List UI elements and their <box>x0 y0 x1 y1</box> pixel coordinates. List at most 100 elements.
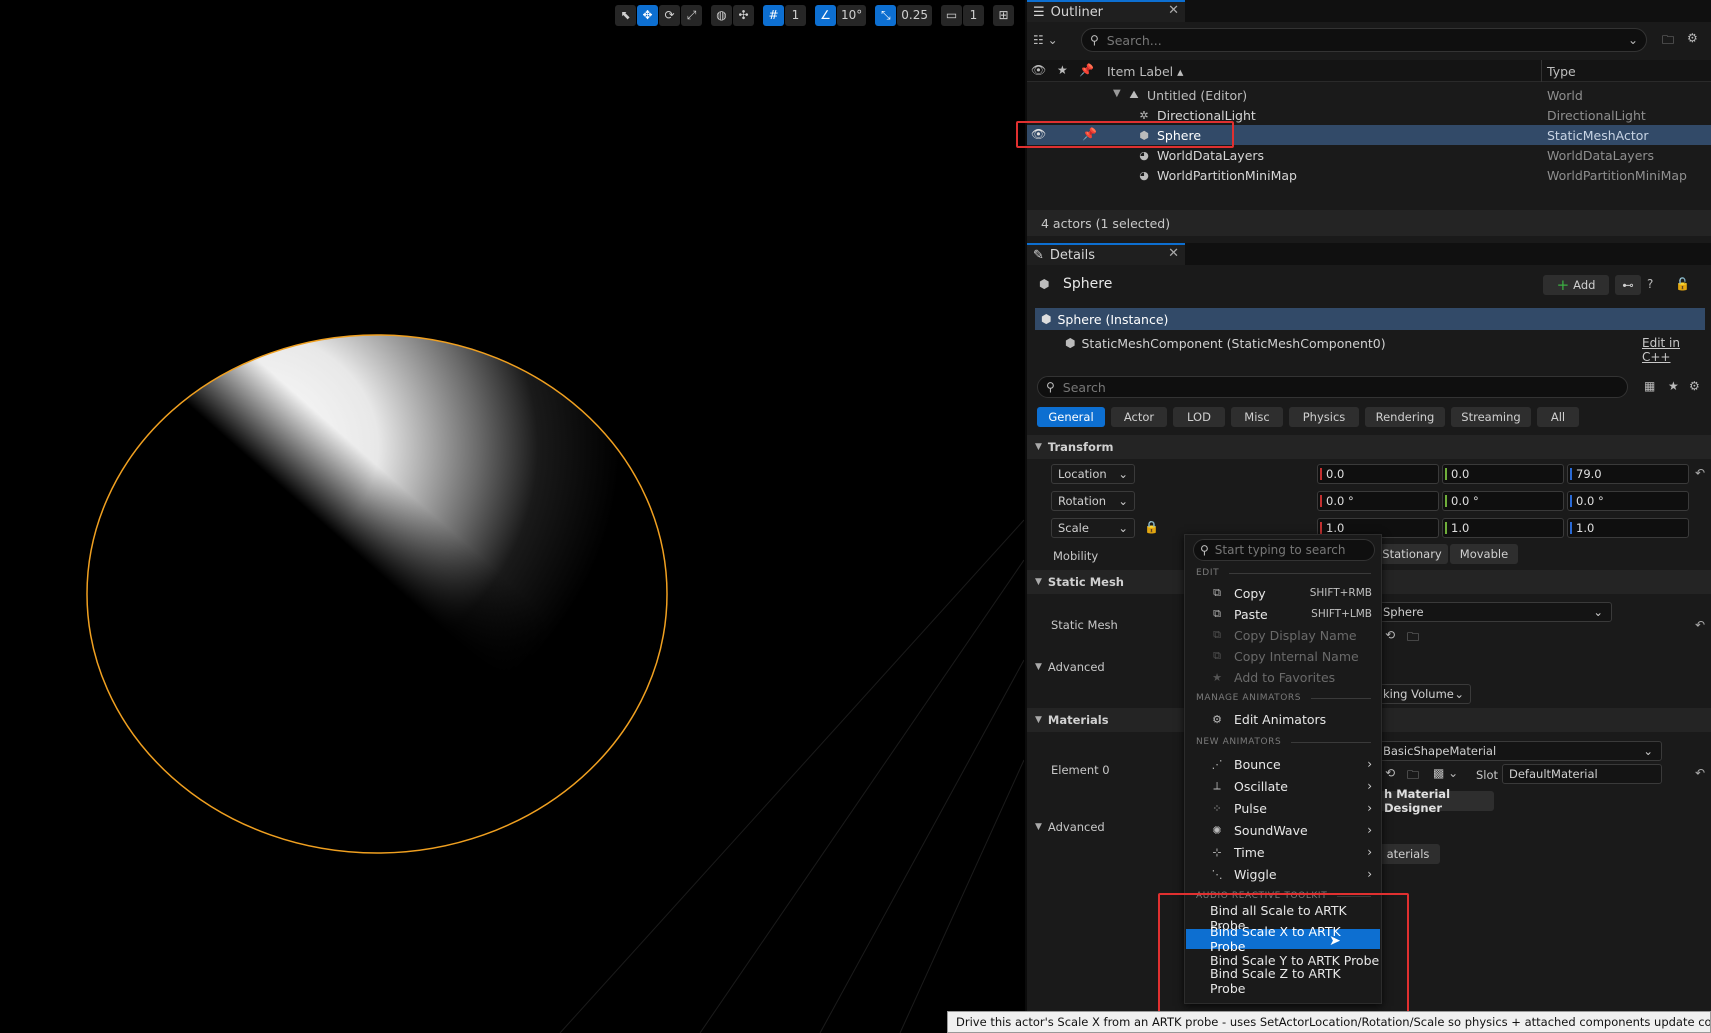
filter-lod[interactable]: LOD <box>1173 407 1225 427</box>
rotation-dropdown[interactable]: Rotation ⌄ <box>1051 491 1135 511</box>
materials-button[interactable]: aterials <box>1376 844 1440 864</box>
static-mesh-advanced[interactable]: ▼ Advanced <box>1035 660 1105 674</box>
menu-item-edit-animators[interactable]: ⚙ Edit Animators <box>1186 709 1380 729</box>
rotation-snap-value[interactable]: 10° <box>837 4 867 26</box>
scale-mode-icon[interactable]: ⤢ <box>681 4 702 26</box>
scale-x-value: 1.0 <box>1326 521 1345 535</box>
scale-snap-value[interactable]: 0.25 <box>897 4 932 26</box>
menu-item-copy[interactable]: ⧉ Copy SHIFT+RMB <box>1186 583 1380 603</box>
rotation-x-field[interactable]: 0.0 ° <box>1317 491 1439 511</box>
add-folder-icon[interactable]: 🗀 <box>1662 31 1674 52</box>
outliner-row[interactable]: ◕ WorldDataLayers WorldDataLayers <box>1027 145 1711 165</box>
edit-in-cpp-link[interactable]: Edit in C++ <box>1642 336 1711 364</box>
blueprint-icon[interactable]: ⊷ <box>1615 275 1641 295</box>
col-item-label[interactable]: Item Label ▴ <box>1107 64 1183 79</box>
table-view-icon[interactable]: ▦ <box>1644 379 1655 393</box>
menu-item-soundwave[interactable]: ✺ SoundWave › <box>1186 820 1380 840</box>
light-icon: ✲ <box>1139 108 1149 122</box>
rotation-z-field[interactable]: 0.0 ° <box>1567 491 1689 511</box>
lock-icon[interactable]: 🔒 <box>1144 520 1159 534</box>
scale-y-field[interactable]: 1.0 <box>1442 518 1564 538</box>
browse-icon[interactable]: 🗀 <box>1407 628 1419 649</box>
outliner-row[interactable]: ▼ ⛰ Untitled (Editor) World <box>1027 85 1711 105</box>
layout-icon[interactable]: ⊞ <box>993 4 1014 26</box>
menu-item-wiggle[interactable]: ⋱ Wiggle › <box>1186 864 1380 884</box>
component-row[interactable]: ⬢ StaticMeshComponent (StaticMeshCompone… <box>1065 333 1386 353</box>
menu-item-bounce[interactable]: ⋰ Bounce › <box>1186 754 1380 774</box>
outliner-row[interactable]: ◕ WorldPartitionMiniMap WorldPartitionMin… <box>1027 165 1711 185</box>
surface-snap-icon[interactable]: ✣ <box>733 4 754 26</box>
col-type[interactable]: Type <box>1547 64 1576 79</box>
static-mesh-picker[interactable]: Sphere ⌄ <box>1376 602 1612 622</box>
reset-icon[interactable]: ↶ <box>1695 618 1705 632</box>
filter-general[interactable]: General <box>1037 407 1105 427</box>
select-mode-icon[interactable]: ⬉ <box>615 4 636 26</box>
reset-icon[interactable]: ↶ <box>1695 766 1705 780</box>
rotation-snap-icon[interactable]: ∠ <box>815 4 836 26</box>
scale-z-field[interactable]: 1.0 <box>1567 518 1689 538</box>
transform-section-header[interactable]: ▼ Transform <box>1027 435 1711 459</box>
details-search-input[interactable]: ⚲ Search <box>1037 376 1628 398</box>
collapse-arrow-icon: ▼ <box>1035 715 1042 725</box>
menu-item-paste[interactable]: ⧉ Paste SHIFT+LMB <box>1186 604 1380 624</box>
location-y-field[interactable]: 0.0 <box>1442 464 1564 484</box>
viewport-toolbar: ⬉ ✥ ⟳ ⤢ ◍ ✣ # 1 ∠ 10° ⤡ 0.25 ▭ 1 ⊞ <box>609 4 1014 26</box>
grid-snap-value[interactable]: 1 <box>785 4 806 26</box>
outliner-tabbar: ☰ Outliner ✕ <box>1027 0 1711 22</box>
cube-icon: ⬢ <box>1065 336 1076 350</box>
outliner-search-input[interactable]: ⚲ Search... ⌄ <box>1081 28 1647 52</box>
use-asset-icon[interactable]: ⟲ <box>1385 766 1395 780</box>
camera-speed-value[interactable]: 1 <box>963 4 984 26</box>
gear-icon[interactable]: ⚙ <box>1687 31 1698 45</box>
filter-streaming[interactable]: Streaming <box>1451 407 1531 427</box>
tab-details[interactable]: ✎ Details ✕ <box>1027 243 1185 265</box>
scale-dropdown[interactable]: Scale ⌄ <box>1051 518 1135 538</box>
help-icon[interactable]: ? <box>1647 277 1653 291</box>
menu-search-input[interactable]: ⚲ Start typing to search <box>1193 539 1375 561</box>
gear-icon[interactable]: ⚙ <box>1689 379 1700 393</box>
world-space-icon[interactable]: ◍ <box>711 4 732 26</box>
add-component-button[interactable]: + Add <box>1543 275 1609 295</box>
component-instance-row[interactable]: ⬢ Sphere (Instance) <box>1035 308 1705 330</box>
materials-advanced[interactable]: ▼ Advanced <box>1035 820 1105 834</box>
camera-speed-icon[interactable]: ▭ <box>941 4 962 26</box>
close-icon[interactable]: ✕ <box>1168 246 1179 261</box>
filter-actor[interactable]: Actor <box>1111 407 1167 427</box>
rotation-y-field[interactable]: 0.0 ° <box>1442 491 1564 511</box>
use-asset-icon[interactable]: ⟲ <box>1385 628 1395 642</box>
chevron-down-icon[interactable]: ⌄ <box>1628 33 1638 47</box>
material-picker[interactable]: BasicShapeMaterial ⌄ <box>1376 741 1662 761</box>
close-icon[interactable]: ✕ <box>1168 3 1179 18</box>
star-icon[interactable]: ★ <box>1668 379 1679 393</box>
menu-item-pulse[interactable]: ⁘ Pulse › <box>1186 798 1380 818</box>
filter-physics[interactable]: Physics <box>1289 407 1359 427</box>
translate-mode-icon[interactable]: ✥ <box>637 4 658 26</box>
location-dropdown[interactable]: Location ⌄ <box>1051 464 1135 484</box>
menu-item-time[interactable]: ⊹ Time › <box>1186 842 1380 862</box>
grid-snap-icon[interactable]: # <box>763 4 784 26</box>
filter-rendering[interactable]: Rendering <box>1365 407 1445 427</box>
slot-field[interactable]: DefaultMaterial <box>1502 764 1662 784</box>
filter-icon[interactable]: ☷ ⌄ <box>1033 28 1073 52</box>
editor-window: ⬉ ✥ ⟳ ⤢ ◍ ✣ # 1 ∠ 10° ⤡ 0.25 ▭ 1 ⊞ ☰ Out… <box>0 0 1711 1033</box>
checker-icon[interactable]: ▩ ⌄ <box>1433 766 1458 780</box>
location-x-field[interactable]: 0.0 <box>1317 464 1439 484</box>
mobility-stationary[interactable]: Stationary <box>1376 544 1448 564</box>
tab-outliner[interactable]: ☰ Outliner ✕ <box>1027 0 1185 22</box>
filter-misc[interactable]: Misc <box>1231 407 1283 427</box>
menu-item-oscillate[interactable]: ⟂ Oscillate › <box>1186 776 1380 796</box>
filter-all[interactable]: All <box>1537 407 1579 427</box>
lock-icon[interactable]: 🔓 <box>1675 277 1690 291</box>
material-designer-button[interactable]: h Material Designer <box>1376 787 1494 815</box>
nav-volume-dropdown[interactable]: king Volume ⌄ <box>1376 684 1471 704</box>
level-viewport[interactable]: ⬉ ✥ ⟳ ⤢ ◍ ✣ # 1 ∠ 10° ⤡ 0.25 ▭ 1 ⊞ <box>0 0 1024 1033</box>
rotation-label: Rotation <box>1058 494 1107 508</box>
location-z-field[interactable]: 79.0 <box>1567 464 1689 484</box>
rotate-mode-icon[interactable]: ⟳ <box>659 4 680 26</box>
browse-icon[interactable]: 🗀 <box>1407 766 1419 787</box>
scale-snap-icon[interactable]: ⤡ <box>875 4 897 26</box>
col-divider[interactable] <box>1541 60 1542 82</box>
mobility-movable[interactable]: Movable <box>1450 544 1518 564</box>
reset-icon[interactable]: ↶ <box>1695 466 1705 480</box>
expand-arrow-icon[interactable]: ▼ <box>1113 88 1121 99</box>
